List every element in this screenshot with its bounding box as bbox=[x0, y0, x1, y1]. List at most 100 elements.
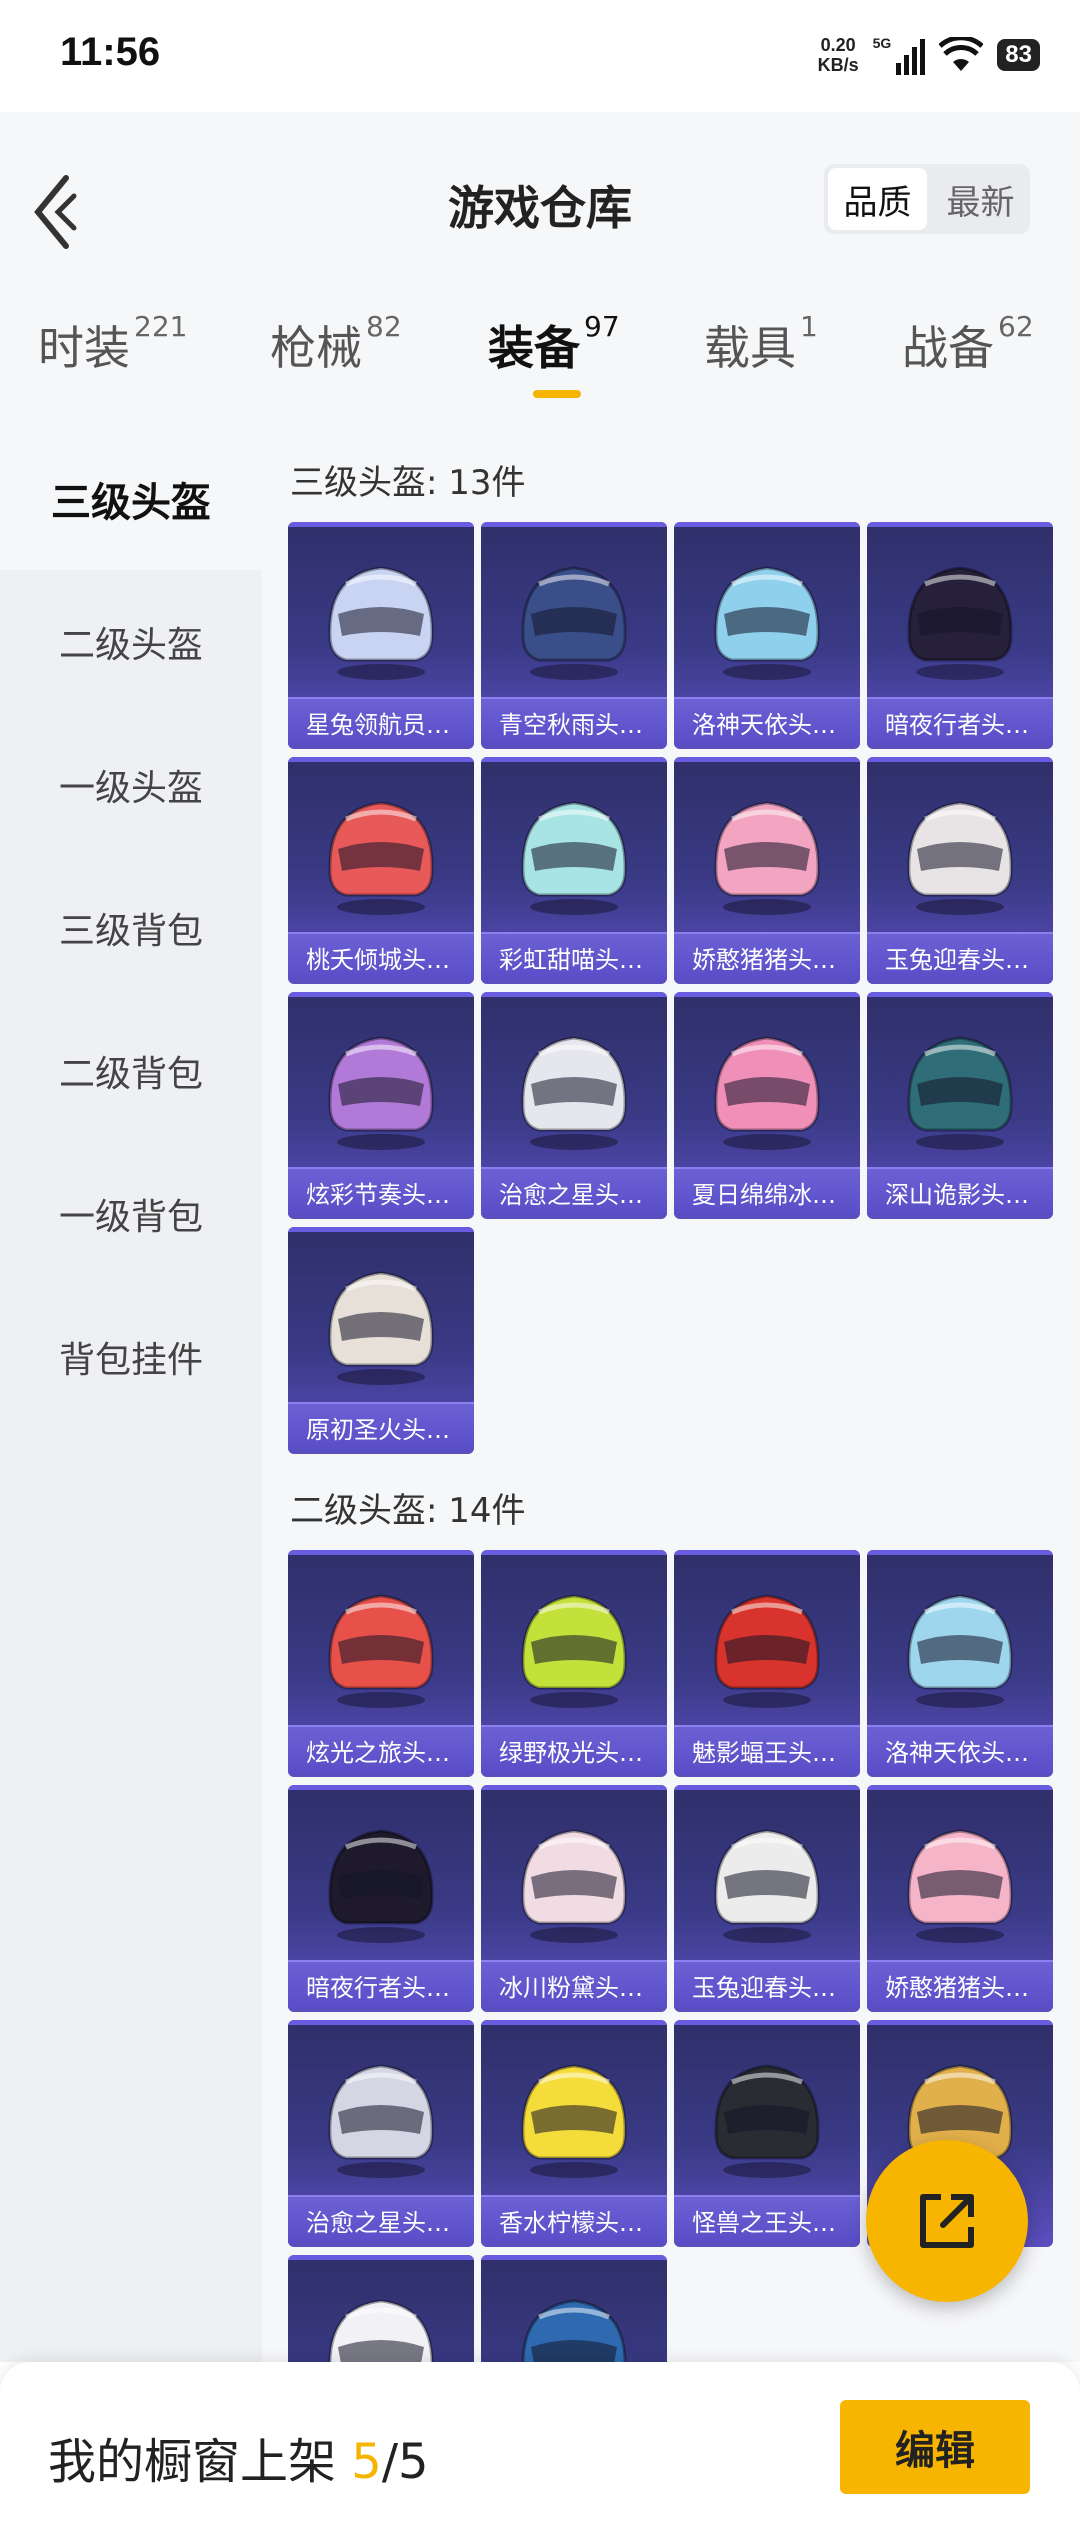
item-card[interactable]: 暗夜行者头… bbox=[867, 522, 1053, 749]
tab-label: 装备 bbox=[488, 321, 580, 375]
showcase-label: 我的橱窗上架 bbox=[48, 2434, 352, 2490]
helmet-icon bbox=[895, 1807, 1025, 1947]
item-name: 玉兔迎春头… bbox=[867, 932, 1053, 980]
item-card[interactable]: 绿野极光头… bbox=[481, 1550, 667, 1777]
item-card[interactable]: 魅影蝠王头… bbox=[674, 1550, 860, 1777]
item-card[interactable]: 洛神天依头… bbox=[674, 522, 860, 749]
net-speed: 0.20 KB/s bbox=[818, 35, 859, 75]
item-name: 冰川粉黛头… bbox=[481, 1960, 667, 2008]
helmet-icon bbox=[702, 544, 832, 684]
item-card[interactable]: 娇憨猪猪头… bbox=[867, 1785, 1053, 2012]
item-name: 夏日绵绵冰… bbox=[674, 1167, 860, 1215]
item-name: 魅影蝠王头… bbox=[674, 1725, 860, 1773]
network-type: 5G bbox=[872, 35, 892, 51]
sidebar-item-level1-helmet[interactable]: 一级头盔 bbox=[0, 713, 262, 856]
showcase-total: /5 bbox=[381, 2434, 429, 2490]
item-card[interactable]: 娇憨猪猪头… bbox=[674, 757, 860, 984]
share-external-icon bbox=[920, 2194, 974, 2248]
item-name: 怪兽之王头… bbox=[674, 2195, 860, 2243]
status-icons: 0.20 KB/s 5G 83 bbox=[818, 30, 1040, 80]
item-name: 玉兔迎春头… bbox=[674, 1960, 860, 2008]
item-name: 娇憨猪猪头… bbox=[867, 1960, 1053, 2008]
helmet-icon bbox=[702, 779, 832, 919]
item-name: 暗夜行者头… bbox=[288, 1960, 474, 2008]
item-card[interactable]: 治愈之星头… bbox=[288, 2020, 474, 2247]
item-card[interactable]: 青空秋雨头… bbox=[481, 522, 667, 749]
helmet-icon bbox=[509, 2042, 639, 2182]
tab-vehicles[interactable]: 载具 1 bbox=[704, 310, 818, 378]
tab-count: 221 bbox=[134, 310, 188, 343]
item-name: 绿野极光头… bbox=[481, 1725, 667, 1773]
net-speed-unit: KB/s bbox=[817, 55, 859, 75]
item-card[interactable]: 彩虹甜喵头… bbox=[481, 757, 667, 984]
tab-label: 枪械 bbox=[270, 321, 362, 375]
status-time: 11:56 bbox=[60, 30, 161, 74]
item-card[interactable]: 玉兔迎春头… bbox=[674, 1785, 860, 2012]
item-name: 香水柠檬头… bbox=[481, 2195, 667, 2243]
showcase-bar: 我的橱窗上架 5/5 编辑 bbox=[0, 2362, 1080, 2532]
tab-count: 97 bbox=[584, 310, 620, 343]
item-card[interactable]: 怪兽之王头… bbox=[674, 2020, 860, 2247]
page-header: 游戏仓库 品质 最新 bbox=[0, 112, 1080, 267]
sidebar-item-level1-backpack[interactable]: 一级背包 bbox=[0, 1142, 262, 1285]
helmet-icon bbox=[316, 1014, 446, 1154]
helmet-icon bbox=[316, 544, 446, 684]
item-card[interactable]: 原初圣火头… bbox=[288, 1227, 474, 1454]
item-name: 娇憨猪猪头… bbox=[674, 932, 860, 980]
tab-count: 62 bbox=[998, 310, 1034, 343]
item-card[interactable]: 星兔领航员… bbox=[288, 522, 474, 749]
tab-fashion[interactable]: 时装 221 bbox=[38, 310, 188, 378]
tab-supplies[interactable]: 战备 62 bbox=[902, 310, 1034, 378]
helmet-icon bbox=[316, 1249, 446, 1389]
item-card[interactable]: 炫彩节奏头… bbox=[288, 992, 474, 1219]
item-card[interactable] bbox=[481, 2255, 667, 2362]
item-name: 青空秋雨头… bbox=[481, 697, 667, 745]
sidebar-item-backpack-charm[interactable]: 背包挂件 bbox=[0, 1285, 262, 1428]
showcase-count: 5 bbox=[351, 2434, 382, 2490]
sort-newest-option[interactable]: 最新 bbox=[931, 164, 1030, 234]
item-card[interactable]: 冰川粉黛头… bbox=[481, 1785, 667, 2012]
tab-label: 战备 bbox=[902, 321, 994, 375]
share-button[interactable] bbox=[866, 2140, 1028, 2302]
sidebar-item-level3-helmet[interactable]: 三级头盔 bbox=[0, 427, 262, 570]
item-card[interactable]: 暗夜行者头… bbox=[288, 1785, 474, 2012]
helmet-icon bbox=[509, 1014, 639, 1154]
edit-button[interactable]: 编辑 bbox=[840, 2400, 1030, 2494]
item-name: 治愈之星头… bbox=[288, 2195, 474, 2243]
item-card[interactable] bbox=[288, 2255, 474, 2362]
sidebar-item-level3-backpack[interactable]: 三级背包 bbox=[0, 856, 262, 999]
section-title: 二级头盔: 14件 bbox=[290, 1491, 526, 1531]
sidebar-item-level2-helmet[interactable]: 二级头盔 bbox=[0, 570, 262, 713]
helmet-icon bbox=[316, 1807, 446, 1947]
item-card[interactable]: 玉兔迎春头… bbox=[867, 757, 1053, 984]
helmet-icon bbox=[316, 2277, 446, 2362]
helmet-icon bbox=[316, 779, 446, 919]
helmet-icon bbox=[509, 779, 639, 919]
subcategory-sidebar: 三级头盔 二级头盔 一级头盔 三级背包 二级背包 一级背包 背包挂件 bbox=[0, 427, 262, 2362]
item-list[interactable]: 三级头盔: 13件 星兔领航员… 青空秋雨头… 洛神天依头… 暗夜行者头… 桃夭倾城头…… bbox=[262, 427, 1080, 2362]
item-card[interactable]: 桃夭倾城头… bbox=[288, 757, 474, 984]
item-name: 星兔领航员… bbox=[288, 697, 474, 745]
tab-label: 载具 bbox=[704, 321, 796, 375]
item-name: 深山诡影头… bbox=[867, 1167, 1053, 1215]
item-card[interactable]: 炫光之旅头… bbox=[288, 1550, 474, 1777]
sidebar-item-level2-backpack[interactable]: 二级背包 bbox=[0, 999, 262, 1142]
tab-count: 82 bbox=[366, 310, 402, 343]
item-card[interactable]: 深山诡影头… bbox=[867, 992, 1053, 1219]
item-name: 治愈之星头… bbox=[481, 1167, 667, 1215]
item-card[interactable]: 治愈之星头… bbox=[481, 992, 667, 1219]
item-card[interactable]: 夏日绵绵冰… bbox=[674, 992, 860, 1219]
item-name: 炫彩节奏头… bbox=[288, 1167, 474, 1215]
item-card[interactable]: 香水柠檬头… bbox=[481, 2020, 667, 2247]
item-name: 洛神天依头… bbox=[867, 1725, 1053, 1773]
active-tab-indicator bbox=[533, 390, 581, 398]
sort-quality-option[interactable]: 品质 bbox=[828, 168, 927, 230]
showcase-status: 我的橱窗上架 5/5 bbox=[48, 2422, 429, 2492]
tab-firearms[interactable]: 枪械 82 bbox=[270, 310, 402, 378]
helmet-icon bbox=[702, 1572, 832, 1712]
helmet-icon bbox=[509, 544, 639, 684]
item-card[interactable]: 洛神天依头… bbox=[867, 1550, 1053, 1777]
item-name: 彩虹甜喵头… bbox=[481, 932, 667, 980]
helmet-icon bbox=[316, 1572, 446, 1712]
tab-equipment[interactable]: 装备 97 bbox=[488, 310, 620, 378]
